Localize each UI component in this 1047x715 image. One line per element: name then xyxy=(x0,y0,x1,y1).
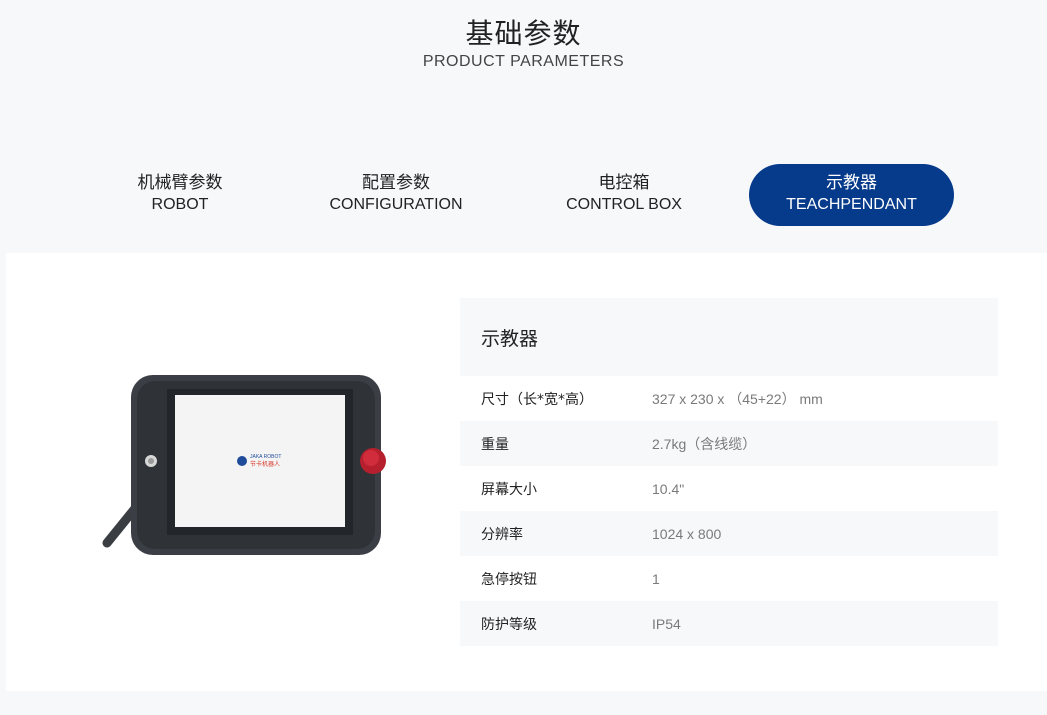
spec-value: 1024 x 800 xyxy=(652,525,722,542)
tab-label-cn: 电控箱 xyxy=(598,173,650,193)
spec-value: 1 xyxy=(652,570,660,587)
spec-title: 示教器 xyxy=(460,298,998,376)
page-title: 基础参数 xyxy=(465,17,582,50)
spec-key: 屏幕大小 xyxy=(481,481,537,498)
spec-key: 防护等级 xyxy=(481,616,537,633)
screen-logo-cn: 节卡机器人 xyxy=(250,460,280,468)
parameter-tabs: 机械臂参数 ROBOT 配置参数 CONFIGURATION 电控箱 CONTR… xyxy=(0,164,1047,228)
spec-table: 示教器 尺寸（长*宽*高） 327 x 230 x （45+22） mm 重量 … xyxy=(460,298,998,646)
spec-key: 分辨率 xyxy=(481,526,523,543)
tab-configuration[interactable]: 配置参数 CONFIGURATION xyxy=(294,164,498,226)
tab-teachpendant[interactable]: 示教器 TEACHPENDANT xyxy=(749,164,954,226)
teach-pendant-image: JAKA ROBOT 节卡机器人 xyxy=(102,375,386,555)
spec-value: 2.7kg（含线缆） xyxy=(652,435,757,452)
spec-value: 327 x 230 x （45+22） mm xyxy=(652,390,823,407)
tab-label-cn: 机械臂参数 xyxy=(137,173,223,193)
tab-content-panel: JAKA ROBOT 节卡机器人 示教器 尺寸（长*宽*高） 327 x 230… xyxy=(6,253,1047,691)
tab-label-cn: 配置参数 xyxy=(362,173,430,193)
spec-key: 重量 xyxy=(481,436,509,453)
spec-value: 10.4" xyxy=(652,480,685,497)
tab-robot[interactable]: 机械臂参数 ROBOT xyxy=(78,164,282,226)
spec-row: 尺寸（长*宽*高） 327 x 230 x （45+22） mm xyxy=(460,376,998,421)
spec-row: 防护等级 IP54 xyxy=(460,601,998,646)
tab-label-en: ROBOT xyxy=(151,196,209,213)
spec-row: 屏幕大小 10.4" xyxy=(460,466,998,511)
spec-key: 急停按钮 xyxy=(481,571,537,588)
tab-label-en: CONFIGURATION xyxy=(329,196,463,213)
spec-row: 重量 2.7kg（含线缆） xyxy=(460,421,998,466)
spec-value: IP54 xyxy=(652,615,681,632)
screen-logo-en: JAKA ROBOT xyxy=(250,454,281,460)
jaka-logo-icon xyxy=(237,456,247,466)
spec-row: 分辨率 1024 x 800 xyxy=(460,511,998,556)
tab-label-en: TEACHPENDANT xyxy=(786,196,917,213)
spec-key: 尺寸（长*宽*高） xyxy=(481,391,593,408)
tab-label-en: CONTROL BOX xyxy=(566,196,682,213)
tab-label-cn: 示教器 xyxy=(826,173,877,193)
tab-control-box[interactable]: 电控箱 CONTROL BOX xyxy=(522,164,726,226)
page-subtitle: PRODUCT PARAMETERS xyxy=(422,53,625,70)
spec-row: 急停按钮 1 xyxy=(460,556,998,601)
